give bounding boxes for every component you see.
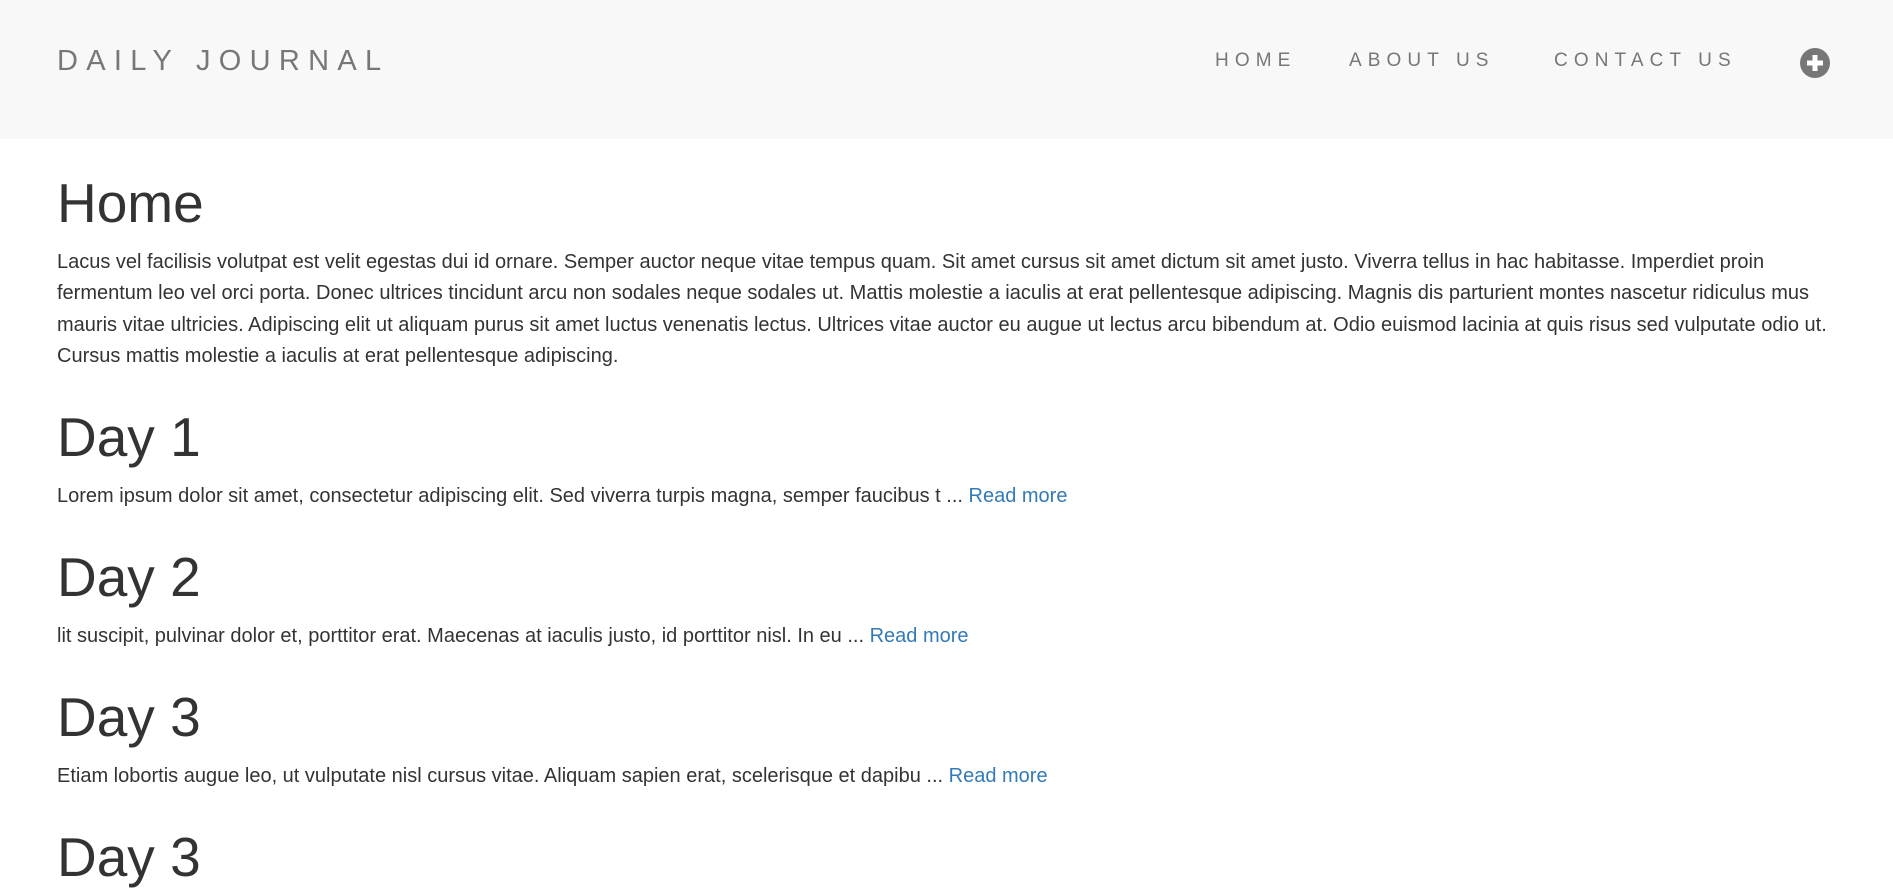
plus-circle-icon xyxy=(1807,55,1823,71)
nav-link-home[interactable]: HOME xyxy=(1215,50,1296,72)
post-excerpt: Etiam lobortis augue leo, ut vulputate n… xyxy=(57,761,1048,792)
read-more-link[interactable]: Read more xyxy=(870,625,969,647)
post-title: Day 1 xyxy=(57,406,201,468)
nav-link-contact-us[interactable]: CONTACT US xyxy=(1554,50,1737,72)
post-excerpt-text: Etiam lobortis augue leo, ut vulputate n… xyxy=(57,765,949,787)
post-title: Day 3 xyxy=(57,826,201,888)
compose-button[interactable] xyxy=(1800,48,1830,78)
post-excerpt: Lorem ipsum dolor sit amet, consectetur … xyxy=(57,481,1067,512)
post-excerpt-text: lit suscipit, pulvinar dolor et, porttit… xyxy=(57,625,870,647)
brand-logo[interactable]: DAILY JOURNAL xyxy=(57,44,389,78)
navbar: DAILY JOURNAL HOME ABOUT US CONTACT US xyxy=(0,0,1893,139)
nav-link-about-us[interactable]: ABOUT US xyxy=(1349,50,1495,72)
read-more-link[interactable]: Read more xyxy=(969,485,1068,507)
read-more-link[interactable]: Read more xyxy=(949,765,1048,787)
post-title: Day 3 xyxy=(57,686,201,748)
post-excerpt: lit suscipit, pulvinar dolor et, porttit… xyxy=(57,621,969,652)
post-excerpt-text: Lorem ipsum dolor sit amet, consectetur … xyxy=(57,485,969,507)
home-intro-text: Lacus vel facilisis volutpat est velit e… xyxy=(57,251,1827,367)
post-title: Day 2 xyxy=(57,546,201,608)
page-title: Home xyxy=(57,172,204,234)
